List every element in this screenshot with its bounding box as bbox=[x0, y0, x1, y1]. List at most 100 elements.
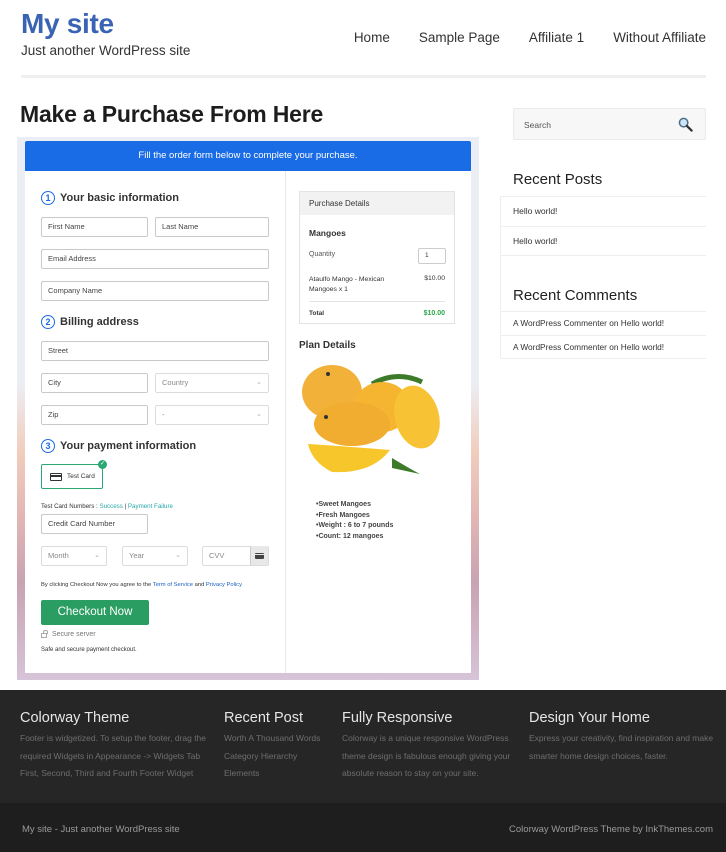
credit-card-icon bbox=[50, 472, 62, 481]
header-divider bbox=[21, 75, 706, 78]
safe-checkout-note: Safe and secure payment checkout. bbox=[41, 647, 137, 653]
footer-col-text: Colorway is a unique responsive WordPres… bbox=[342, 733, 511, 778]
search-icon[interactable] bbox=[678, 117, 693, 132]
footer-col-text: Footer is widgetized. To setup the foote… bbox=[20, 733, 207, 778]
state-select-value: - bbox=[162, 410, 165, 419]
checkout-button[interactable]: Checkout Now bbox=[41, 600, 149, 625]
footer-recent-post-link[interactable]: Elements bbox=[224, 765, 334, 783]
footer-col-design: Design Your Home Express your creativity… bbox=[529, 710, 721, 765]
total-label: Total bbox=[309, 310, 325, 317]
email-input[interactable]: Email Address bbox=[41, 249, 269, 269]
chevron-down-icon: ⌄ bbox=[94, 552, 100, 559]
recent-comment-link[interactable]: A WordPress Commenter on Hello world! bbox=[501, 311, 706, 335]
form-column-divider bbox=[285, 171, 286, 673]
footer-recent-post-link[interactable]: Category Hierarchy bbox=[224, 748, 334, 766]
chevron-down-icon: ⌄ bbox=[256, 411, 262, 418]
recent-comments-title: Recent Comments bbox=[513, 287, 638, 304]
test-card-numbers-label: Test Card Numbers : bbox=[41, 503, 100, 510]
quantity-input[interactable]: 1 bbox=[418, 248, 446, 264]
search-placeholder: Search bbox=[524, 120, 551, 130]
footer-site-credit[interactable]: My site - Just another WordPress site bbox=[22, 824, 180, 835]
month-select-value: Month bbox=[48, 551, 69, 560]
site-title[interactable]: My site bbox=[21, 8, 114, 40]
recent-post-link[interactable]: Hello world! bbox=[501, 226, 706, 256]
recent-post-link[interactable]: Hello world! bbox=[501, 196, 706, 226]
recent-comment-link[interactable]: A WordPress Commenter on Hello world! bbox=[501, 335, 706, 359]
step-basic-info: 1 Your basic information bbox=[41, 191, 179, 205]
footer: Colorway Theme Footer is widgetized. To … bbox=[0, 690, 726, 803]
terms-prefix: By clicking Checkout Now you agree to th… bbox=[41, 582, 153, 588]
site-tagline: Just another WordPress site bbox=[21, 43, 191, 58]
step-number-icon: 3 bbox=[41, 439, 55, 453]
success-link[interactable]: Success bbox=[99, 503, 122, 510]
card-number-input[interactable]: Credit Card Number bbox=[41, 514, 148, 534]
country-select[interactable]: Country ⌄ bbox=[155, 373, 269, 393]
line-item-price: $10.00 bbox=[424, 275, 445, 282]
chevron-down-icon: ⌄ bbox=[256, 379, 262, 386]
plan-details-title: Plan Details bbox=[299, 340, 356, 351]
terms-and: and bbox=[193, 582, 206, 588]
footer-theme-credit[interactable]: Colorway WordPress Theme by InkThemes.co… bbox=[509, 824, 713, 835]
leaf-shape bbox=[392, 458, 420, 474]
quantity-label: Quantity bbox=[309, 251, 336, 258]
plan-feature: Fresh Mangoes bbox=[316, 511, 393, 522]
nav-sample-page[interactable]: Sample Page bbox=[419, 30, 500, 45]
mango-image bbox=[302, 365, 440, 474]
step-number-icon: 1 bbox=[41, 191, 55, 205]
footer-bottom-bar: My site - Just another WordPress site Co… bbox=[0, 803, 726, 852]
company-input[interactable]: Company Name bbox=[41, 281, 269, 301]
step-label: Billing address bbox=[60, 316, 139, 328]
cvv-card-button[interactable] bbox=[250, 546, 268, 565]
product-name: Mangoes bbox=[309, 228, 346, 238]
line-item-name: Ataulfo Mango - Mexican Mangoes x 1 bbox=[309, 276, 385, 293]
zip-input[interactable]: Zip bbox=[41, 405, 148, 425]
secure-server-label: Secure server bbox=[52, 631, 96, 638]
step-label: Your basic information bbox=[60, 192, 179, 204]
city-input[interactable]: City bbox=[41, 373, 148, 393]
terms-notice: By clicking Checkout Now you agree to th… bbox=[41, 582, 242, 588]
purchase-details-header: Purchase Details bbox=[300, 192, 454, 215]
privacy-link[interactable]: Privacy Policy bbox=[206, 582, 242, 588]
lock-icon bbox=[41, 630, 48, 638]
state-select[interactable]: - ⌄ bbox=[155, 405, 269, 425]
year-select-value: Year bbox=[129, 551, 145, 560]
first-name-input[interactable]: First Name bbox=[41, 217, 148, 237]
total-amount: $10.00 bbox=[423, 310, 445, 317]
divider bbox=[309, 301, 445, 302]
page-title: Make a Purchase From Here bbox=[20, 101, 324, 127]
terms-link[interactable]: Term of Service bbox=[153, 582, 193, 588]
step-number-icon: 2 bbox=[41, 315, 55, 329]
footer-col-title: Fully Responsive bbox=[342, 710, 453, 726]
plan-feature: Weight : 6 to 7 pounds bbox=[316, 521, 393, 532]
step-payment: 3 Your payment information bbox=[41, 439, 196, 453]
plan-feature: Sweet Mangoes bbox=[316, 500, 393, 511]
footer-col-title: Design Your Home bbox=[529, 710, 650, 726]
month-select[interactable]: Month ⌄ bbox=[41, 546, 107, 566]
plan-feature: Count: 12 mangoes bbox=[316, 532, 393, 543]
last-name-input[interactable]: Last Name bbox=[155, 217, 269, 237]
search-input[interactable]: Search bbox=[513, 108, 706, 140]
country-select-value: Country bbox=[162, 378, 189, 387]
mango-spot bbox=[324, 415, 328, 419]
nav-without-affiliate[interactable]: Without Affiliate bbox=[613, 30, 706, 45]
step-billing: 2 Billing address bbox=[41, 315, 139, 329]
nav-home[interactable]: Home bbox=[354, 30, 390, 45]
chevron-down-icon: ⌄ bbox=[175, 552, 181, 559]
year-select[interactable]: Year ⌄ bbox=[122, 546, 188, 566]
purchase-details-box: Purchase Details Mangoes Quantity 1 Atau… bbox=[299, 191, 455, 324]
nav-affiliate-1[interactable]: Affiliate 1 bbox=[529, 30, 584, 45]
payment-failure-link[interactable]: Payment Failure bbox=[128, 503, 173, 510]
footer-col-title: Recent Post bbox=[224, 710, 303, 726]
mango-spot bbox=[326, 372, 330, 376]
footer-recent-post-link[interactable]: Worth A Thousand Words bbox=[224, 730, 334, 748]
recent-posts-list: Hello world! Hello world! bbox=[501, 196, 706, 256]
footer-col-text: Express your creativity, find inspiratio… bbox=[529, 733, 714, 761]
secure-server: Secure server bbox=[41, 630, 96, 638]
main-nav: Home Sample Page Affiliate 1 Without Aff… bbox=[325, 30, 706, 45]
recent-posts-title: Recent Posts bbox=[513, 171, 603, 188]
street-input[interactable]: Street bbox=[41, 341, 269, 361]
test-card-option[interactable]: Test Card ✓ bbox=[41, 460, 107, 489]
footer-col-colorway: Colorway Theme Footer is widgetized. To … bbox=[20, 710, 215, 783]
check-icon: ✓ bbox=[98, 460, 107, 469]
test-card-label: Test Card bbox=[67, 473, 95, 480]
